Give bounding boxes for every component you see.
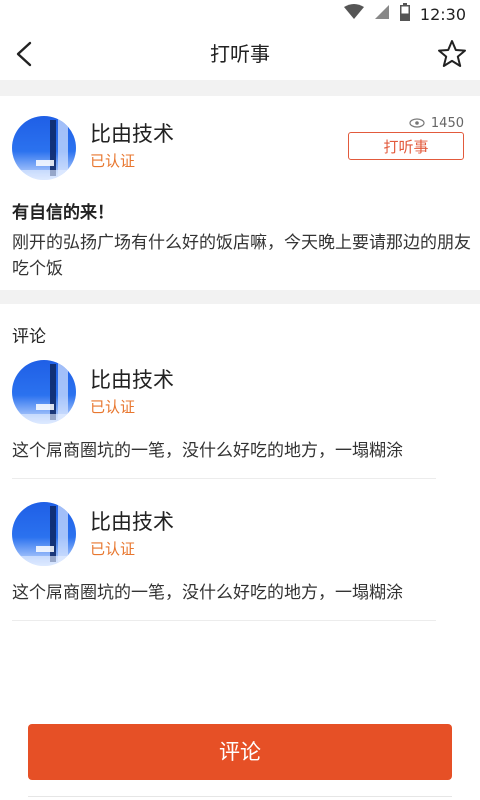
favorite-button[interactable] — [436, 38, 468, 70]
comment-author-name: 比由技术 — [90, 510, 174, 534]
eye-icon — [409, 118, 425, 128]
divider — [12, 620, 436, 621]
status-time: 12:30 — [419, 4, 466, 24]
comment-button[interactable]: 评论 — [28, 724, 452, 780]
view-count: 1450 — [409, 114, 464, 132]
status-icons: 12:30 — [343, 3, 466, 25]
star-outline-icon — [438, 40, 466, 67]
verified-badge: 已认证 — [90, 398, 136, 416]
comment-text: 这个屌商圈坑的一笔，没什么好吃的地方，一塌糊涂 — [12, 583, 403, 603]
post-body: 刚开的弘扬广场有什么好的饭店嘛，今天晚上要请那边的朋友吃个饭 — [12, 233, 471, 279]
status-bar: 12:30 — [0, 0, 480, 28]
divider — [12, 478, 436, 479]
view-count-value: 1450 — [430, 115, 464, 131]
comments-heading: 评论 — [12, 327, 46, 347]
comment-author-name: 比由技术 — [90, 368, 174, 392]
battery-icon — [399, 3, 410, 25]
avatar[interactable] — [12, 502, 76, 566]
verified-badge: 已认证 — [90, 152, 136, 170]
verified-badge: 已认证 — [90, 540, 136, 558]
post-title: 有自信的来！ — [12, 203, 114, 223]
wifi-icon — [343, 4, 364, 24]
signal-icon — [374, 4, 390, 24]
comment-item: 比由技术 已认证 这个屌商圈坑的一笔，没什么好吃的地方，一塌糊涂 — [0, 500, 480, 621]
comment-item: 比由技术 已认证 这个屌商圈坑的一笔，没什么好吃的地方，一塌糊涂 — [0, 358, 480, 479]
author-name: 比由技术 — [90, 122, 174, 146]
comment-text: 这个屌商圈坑的一笔，没什么好吃的地方，一塌糊涂 — [12, 441, 403, 461]
inquire-button[interactable]: 打听事 — [348, 132, 464, 160]
avatar[interactable] — [12, 360, 76, 424]
divider — [28, 796, 452, 797]
post-card: 比由技术 已认证 1450 打听事 有自信的来！ 刚开的弘扬广场有什么好的饭店嘛… — [0, 96, 480, 290]
nav-bar: 打听事 — [0, 28, 480, 80]
section-separator — [0, 80, 480, 96]
section-separator — [0, 290, 480, 304]
page-title: 打听事 — [210, 42, 270, 66]
avatar[interactable] — [12, 116, 76, 180]
